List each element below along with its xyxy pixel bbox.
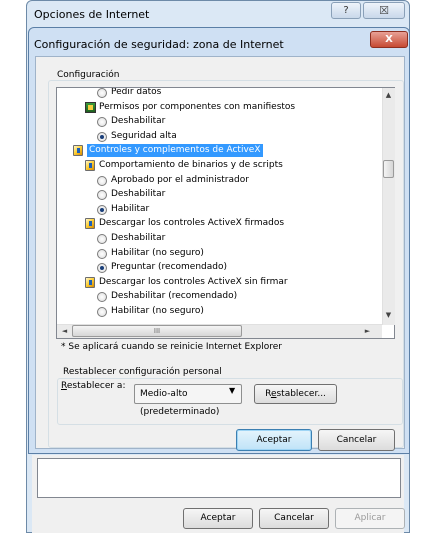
tree-item-label: Descargar los controles ActiveX firmados xyxy=(99,218,285,229)
outer-window-title: Opciones de Internet xyxy=(34,8,150,21)
radio-option[interactable]: Deshabilitar xyxy=(57,188,377,201)
settings-category-icon xyxy=(85,276,95,288)
radio-option[interactable]: Aprobado por el administrador xyxy=(57,174,377,187)
outer-list-box[interactable] xyxy=(37,458,401,498)
tree-item-label: Deshabilitar xyxy=(111,116,166,127)
radio-option[interactable]: Habilitar (no seguro) xyxy=(57,305,377,318)
vertical-scrollbar[interactable] xyxy=(382,88,395,325)
help-button[interactable]: ? xyxy=(331,2,361,19)
radio-unchecked-icon[interactable] xyxy=(97,292,107,303)
tree-item-label: Descargar los controles ActiveX sin firm… xyxy=(99,276,288,287)
certificate-icon xyxy=(85,101,96,113)
settings-category-icon xyxy=(73,145,83,157)
tree-item-label: Controles y complementos de ActiveX xyxy=(87,144,263,158)
restart-note: * Se aplicará cuando se reinicie Interne… xyxy=(61,342,282,352)
radio-checked-icon[interactable] xyxy=(97,204,107,215)
accept-button[interactable]: Aceptar xyxy=(236,429,312,451)
tree-item-label: Aprobado por el administrador xyxy=(111,174,249,185)
tree-category[interactable]: Descargar los controles ActiveX firmados xyxy=(57,217,377,230)
reset-button[interactable]: Restablecer... xyxy=(254,384,337,404)
scroll-right-arrow-icon[interactable]: ► xyxy=(360,324,375,338)
scroll-left-arrow-icon[interactable]: ◄ xyxy=(57,324,72,338)
tree-item-label: Seguridad alta xyxy=(111,130,177,141)
radio-option[interactable]: Habilitar (no seguro) xyxy=(57,247,377,260)
tree-item-label: Preguntar (recomendado) xyxy=(111,262,228,273)
outer-ok-button[interactable]: Aceptar xyxy=(183,508,253,529)
tree-category[interactable]: Comportamiento de binarios y de scripts xyxy=(57,159,377,172)
settings-category-icon xyxy=(85,160,95,171)
tree-item-label: Pedir datos xyxy=(111,87,162,97)
tree-item-label: Comportamiento de binarios y de scripts xyxy=(99,160,283,170)
radio-option[interactable]: Deshabilitar xyxy=(57,115,377,128)
settings-group-label: Configuración xyxy=(54,70,123,80)
tree-item-label: Habilitar (no seguro) xyxy=(111,247,204,258)
scroll-up-arrow-icon[interactable]: ▲ xyxy=(382,88,395,103)
outer-apply-button: Aplicar xyxy=(335,508,405,529)
radio-unchecked-icon[interactable] xyxy=(97,234,107,244)
radio-unchecked-icon[interactable] xyxy=(97,307,107,317)
tree-category[interactable]: Controles y complementos de ActiveX xyxy=(57,144,377,158)
outer-close-button[interactable]: ☒ xyxy=(363,2,405,19)
tree-item-label: Deshabilitar (recomendado) xyxy=(111,291,238,302)
tree-item-label: Deshabilitar xyxy=(111,189,166,200)
settings-category-icon xyxy=(85,218,95,230)
scroll-down-arrow-icon[interactable]: ▼ xyxy=(382,308,395,323)
cancel-button[interactable]: Cancelar xyxy=(318,429,395,451)
tree-category[interactable]: Permisos por componentes con manifiestos xyxy=(57,101,377,114)
reset-button-label: stablecer... xyxy=(276,389,326,399)
radio-option[interactable]: Habilitar xyxy=(57,203,377,216)
radio-option[interactable]: Deshabilitar xyxy=(57,232,377,245)
dialog-close-button[interactable]: X xyxy=(370,31,408,48)
tree-item-label: Permisos por componentes con manifiestos xyxy=(99,101,296,112)
tree-item-label: Deshabilitar xyxy=(111,233,166,243)
radio-option[interactable]: Pedir datos xyxy=(57,87,377,99)
horizontal-scroll-thumb[interactable]: III xyxy=(72,325,242,337)
reset-to-label-text: establecer a: xyxy=(66,381,126,391)
tree-item-label: Habilitar xyxy=(111,203,150,214)
radio-unchecked-icon[interactable] xyxy=(97,117,107,128)
reset-level-select[interactable]: Medio-alto (predeterminado) xyxy=(134,384,242,417)
chevron-down-icon[interactable]: ▼ xyxy=(229,386,235,395)
radio-unchecked-icon[interactable] xyxy=(97,190,107,201)
radio-unchecked-icon[interactable] xyxy=(97,175,107,186)
radio-unchecked-icon[interactable] xyxy=(97,248,107,259)
outer-cancel-button[interactable]: Cancelar xyxy=(259,508,329,529)
reset-group-legend: Restablecer configuración personal xyxy=(61,367,224,377)
radio-option[interactable]: Deshabilitar (recomendado) xyxy=(57,290,377,303)
tree-item-label: Habilitar (no seguro) xyxy=(111,306,204,316)
radio-unchecked-icon[interactable] xyxy=(97,88,107,98)
vertical-scroll-thumb[interactable] xyxy=(383,160,394,178)
settings-tree[interactable]: Pedir datos Permisos por componentes con … xyxy=(56,87,395,339)
radio-option[interactable]: Seguridad alta xyxy=(57,130,377,143)
reset-to-label: Restablecer a: xyxy=(61,381,125,391)
radio-checked-icon[interactable] xyxy=(97,131,107,142)
radio-option[interactable]: Preguntar (recomendado) xyxy=(57,261,377,274)
tree-category[interactable]: Descargar los controles ActiveX sin firm… xyxy=(57,276,377,289)
dialog-title: Configuración de seguridad: zona de Inte… xyxy=(34,38,284,51)
radio-checked-icon[interactable] xyxy=(97,263,107,274)
